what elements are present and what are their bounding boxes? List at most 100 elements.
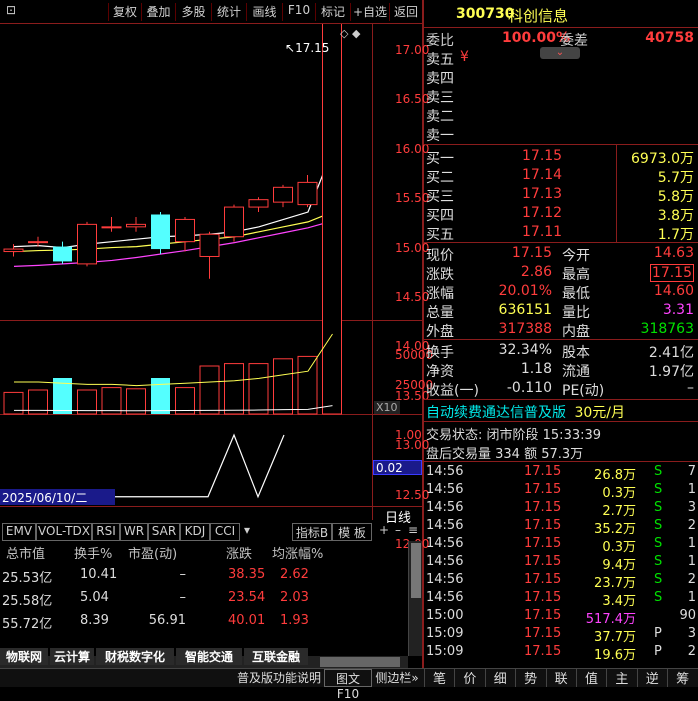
table-row[interactable]: 25.58亿 5.04 – 23.54 2.03	[0, 590, 408, 610]
toolbar-stats-button[interactable]: 统计	[211, 3, 246, 21]
pane-options-icon[interactable]: ≡	[406, 523, 420, 541]
col-header-turnover[interactable]: 换手%	[74, 543, 112, 562]
bid-row[interactable]: 买二 17.14 5.7万	[426, 167, 696, 186]
indicator-b-button[interactable]: 指标B	[292, 523, 332, 541]
toolbar-fuquan-button[interactable]: 复权	[108, 3, 141, 21]
h-scrollbar-thumb[interactable]	[320, 657, 400, 667]
right-tab[interactable]: 筹	[667, 668, 697, 687]
toolbar-add-watchlist-button[interactable]: +自选	[350, 3, 389, 21]
sector-tab-fintech[interactable]: 互联金融	[244, 648, 308, 665]
sidebar-button[interactable]: 侧边栏»	[372, 669, 422, 687]
ask-row[interactable]: 卖五 ¥	[426, 49, 696, 68]
col-header-change[interactable]: 涨跌	[226, 543, 252, 562]
toolbar-overlay-button[interactable]: 叠加	[141, 3, 175, 21]
toolbar-collapse-icon[interactable]: ⊡	[0, 3, 22, 21]
toolbar-multi-stock-button[interactable]: 多股	[175, 3, 211, 21]
candle-body[interactable]	[297, 181, 318, 206]
volume-bar[interactable]	[322, 24, 342, 415]
tick-volume: 2.7万	[602, 504, 636, 519]
candle-body[interactable]	[126, 223, 146, 228]
table-row[interactable]: 25.53亿 10.41 – 38.35 2.62	[0, 567, 408, 587]
bid-row[interactable]: 买一 17.15 6973.0万	[426, 148, 696, 167]
f10-button[interactable]: 图文F10	[324, 669, 372, 701]
bid-row[interactable]: 买五 17.11 1.7万	[426, 224, 696, 243]
level-price: 17.12	[522, 205, 563, 221]
candle-body[interactable]	[248, 199, 269, 208]
tick-row: 14:56 17.15 3.4万 S 1	[426, 590, 698, 609]
candle-body[interactable]	[77, 223, 97, 265]
level-price: 17.14	[522, 167, 563, 183]
tick-time: 15:09	[426, 644, 464, 659]
candle-body[interactable]	[101, 226, 122, 229]
level-price: ¥	[460, 49, 469, 65]
ask-row[interactable]: 卖三	[426, 87, 696, 106]
tick-time: 14:56	[426, 572, 464, 587]
candle-body[interactable]	[28, 241, 48, 244]
tab-sar[interactable]: SAR	[148, 523, 180, 541]
volume-bar[interactable]	[199, 365, 220, 415]
bid-row[interactable]: 买三 17.13 5.8万	[426, 186, 696, 205]
sector-scrollbar[interactable]	[408, 541, 422, 656]
tick-count: 1	[687, 590, 696, 605]
volume-bar[interactable]	[101, 387, 122, 415]
volume-bar[interactable]	[297, 355, 318, 415]
volume-bar[interactable]	[248, 363, 269, 415]
right-tab[interactable]: 价	[454, 668, 484, 687]
toolbar-mark-button[interactable]: 标记	[315, 3, 350, 21]
bid-row[interactable]: 买四 17.12 3.8万	[426, 205, 696, 224]
tab-kdj[interactable]: KDJ	[180, 523, 210, 541]
scrollbar-thumb[interactable]	[411, 543, 421, 598]
sector-tab-cloud[interactable]: 云计算	[50, 648, 94, 665]
candle-body[interactable]	[3, 248, 24, 253]
sector-tab-tax[interactable]: 财税数字化	[96, 648, 174, 665]
volume-bar[interactable]	[126, 388, 146, 415]
right-tab[interactable]: 主	[606, 668, 636, 687]
tab-vol-tdx[interactable]: VOL-TDX	[36, 523, 92, 541]
tab-cci[interactable]: CCI	[210, 523, 240, 541]
table-cell: 1.93	[280, 613, 309, 628]
candle-body[interactable]	[224, 206, 244, 238]
toolbar-draw-button[interactable]: 画线	[246, 3, 282, 21]
tabs-menu-icon[interactable]: ▾	[240, 523, 254, 541]
right-tab[interactable]: 联	[545, 668, 576, 687]
candle-body[interactable]	[175, 218, 195, 243]
col-header-pe[interactable]: 市盈(动)	[128, 543, 177, 562]
tab-rsi[interactable]: RSI	[92, 523, 120, 541]
template-button[interactable]: 模 板	[332, 523, 372, 541]
candle-body[interactable]	[273, 186, 293, 203]
sector-tab-traffic[interactable]: 智能交通	[176, 648, 242, 665]
candle-body[interactable]	[53, 246, 72, 262]
tab-emv[interactable]: EMV	[2, 523, 36, 541]
right-tab[interactable]: 细	[484, 668, 515, 687]
col-header-avg-change[interactable]: 均涨幅%	[272, 543, 323, 562]
help-link[interactable]: 普及版功能说明	[236, 669, 322, 687]
table-row[interactable]: 55.72亿 8.39 56.91 40.01 1.93	[0, 613, 408, 633]
volume-bar[interactable]	[273, 358, 293, 415]
ask-row[interactable]: 卖四	[426, 68, 696, 87]
col-header-mktcap[interactable]: 总市值	[6, 543, 45, 562]
right-tab[interactable]: 笔	[424, 668, 454, 687]
toolbar-back-button[interactable]: 返回	[389, 3, 422, 21]
kline-chart[interactable]	[0, 24, 372, 506]
tab-wr[interactable]: WR	[120, 523, 148, 541]
toolbar-f10-button[interactable]: F10	[282, 3, 315, 21]
candle-body[interactable]	[151, 214, 170, 250]
volume-bar[interactable]	[151, 378, 170, 414]
sector-tab-iot[interactable]: 物联网	[0, 648, 48, 665]
chart-diamond-icons[interactable]: ◇ ◆	[340, 27, 360, 40]
quote-row: 收益(一) -0.110 PE(动) –	[426, 380, 696, 399]
right-tab[interactable]: 势	[515, 668, 545, 687]
ask-row[interactable]: 卖一	[426, 125, 696, 144]
volume-bar[interactable]	[224, 363, 244, 415]
candle-body[interactable]	[199, 233, 220, 257]
ask-row[interactable]: 卖二	[426, 106, 696, 125]
tick-price: 17.15	[524, 572, 562, 587]
right-tab[interactable]: 逆	[636, 668, 667, 687]
ask-bid-divider	[424, 144, 698, 145]
right-tab[interactable]: 值	[576, 668, 606, 687]
remove-pane-icon[interactable]: –	[392, 523, 404, 541]
add-pane-icon[interactable]: +	[378, 523, 390, 541]
quote-label: PE(动)	[562, 383, 605, 399]
tick-price: 17.15	[524, 608, 562, 623]
promo-banner[interactable]: 自动续费通达信普及版 30元/月	[426, 402, 625, 422]
